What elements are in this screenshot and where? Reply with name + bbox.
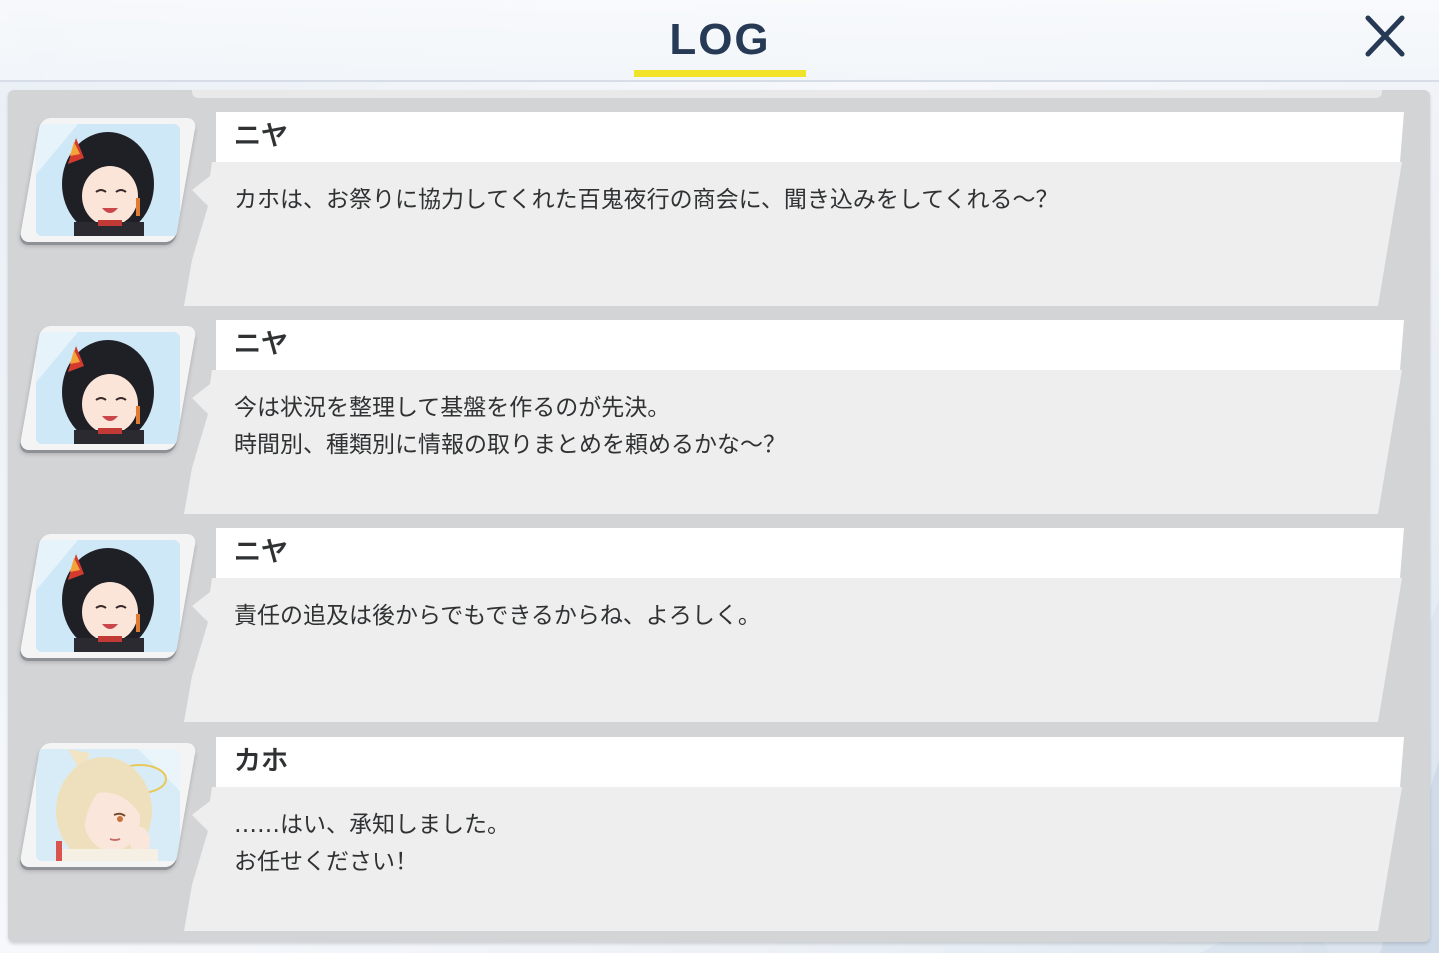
dialogue-text: カホは、お祭りに協力してくれた百鬼夜行の商会に、聞き込みをしてくれる～？ xyxy=(234,187,1059,213)
log-entry: ニヤ カホは、お祭りに協力してくれた百鬼夜行の商会に、聞き込みをしてくれる～？ xyxy=(8,90,1430,306)
speaker-name: カホ xyxy=(234,746,288,777)
speaker-name: ニヤ xyxy=(234,537,288,568)
log-entry: ニヤ 責任の追及は後からでもできるからね、よろしく。 xyxy=(8,506,1430,722)
speaker-name: ニヤ xyxy=(234,121,288,152)
title-underline xyxy=(634,70,806,77)
kaho-portrait-icon xyxy=(36,749,180,861)
close-icon xyxy=(1365,15,1405,57)
niya-portrait-icon xyxy=(36,540,180,652)
dialogue-text: 責任の追及は後からでもできるからね、よろしく。 xyxy=(234,603,761,629)
niya-portrait-icon xyxy=(36,124,180,236)
dialogue-bubble: ニヤ 今は状況を整理して基盤を作るのが先決。 時間別、種類別に情報の取りまとめを… xyxy=(182,318,1408,516)
log-title: LOG xyxy=(669,15,771,64)
dialogue-bubble: ニヤ 責任の追及は後からでもできるからね、よろしく。 xyxy=(182,526,1408,724)
log-header: LOG xyxy=(0,0,1439,82)
log-list[interactable]: ニヤ カホは、お祭りに協力してくれた百鬼夜行の商会に、聞き込みをしてくれる～？ xyxy=(8,90,1430,942)
dialogue-bubble: ニヤ カホは、お祭りに協力してくれた百鬼夜行の商会に、聞き込みをしてくれる～？ xyxy=(182,110,1408,308)
speaker-name: ニヤ xyxy=(234,329,288,360)
dialogue-text: ……はい、承知しました。 お任せください！ xyxy=(234,812,510,875)
speaker-portrait xyxy=(19,743,197,867)
niya-portrait-icon xyxy=(36,332,180,444)
dialogue-bubble: カホ ……はい、承知しました。 お任せください！ xyxy=(182,735,1408,933)
speaker-portrait xyxy=(19,534,197,658)
speaker-portrait xyxy=(19,118,197,242)
log-entry: ニヤ 今は状況を整理して基盤を作るのが先決。 時間別、種類別に情報の取りまとめを… xyxy=(8,298,1430,514)
close-button[interactable] xyxy=(1358,12,1412,62)
log-entry: カホ ……はい、承知しました。 お任せください！ xyxy=(8,715,1430,931)
dialogue-text: 今は状況を整理して基盤を作るのが先決。 時間別、種類別に情報の取りまとめを頼める… xyxy=(234,395,786,458)
speaker-portrait xyxy=(19,326,197,450)
